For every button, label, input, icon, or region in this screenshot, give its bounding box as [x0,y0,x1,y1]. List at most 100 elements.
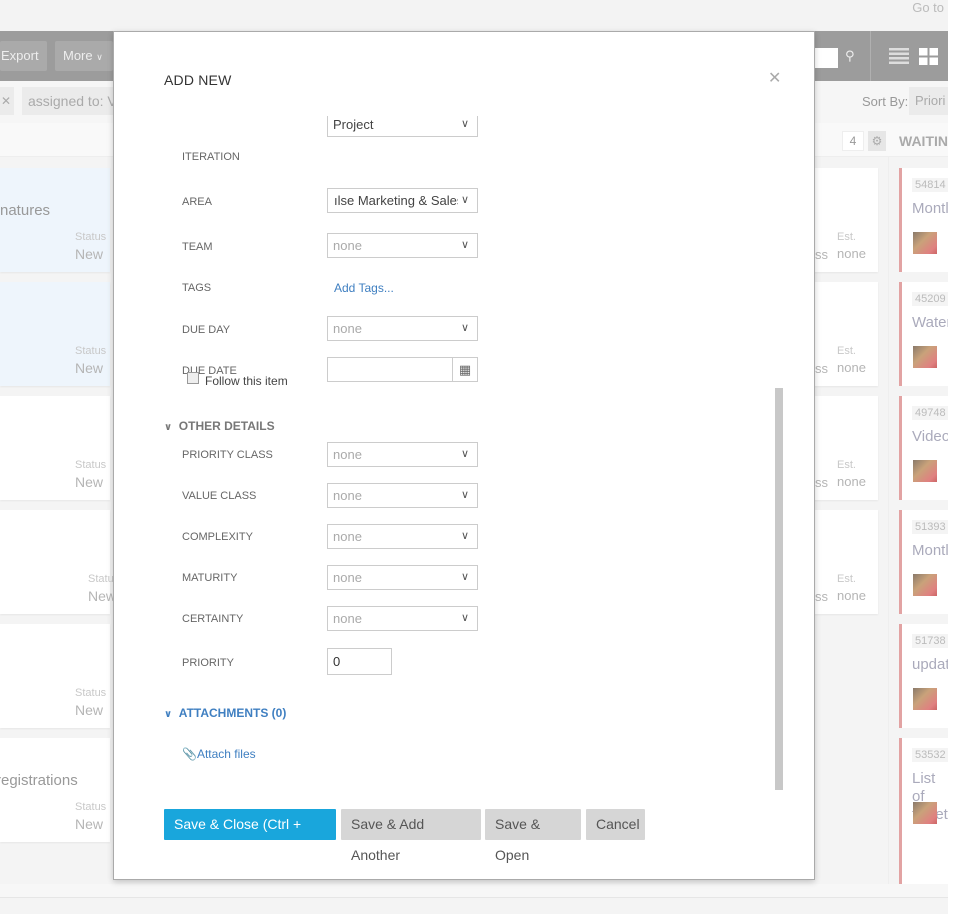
priority-label: PRIORITY [182,657,234,669]
close-icon[interactable]: ✕ [768,68,781,88]
status-value: New [75,474,104,490]
avatar [913,460,937,482]
sort-select[interactable]: Priori [909,87,948,115]
card[interactable]: 53532List of tweet [899,738,948,862]
attach-files-label: Attach files [196,747,256,761]
card[interactable]: 51393 Montl [899,510,948,614]
status-label: Status [75,801,107,813]
add-tags-link[interactable]: Add Tags... [334,281,394,295]
follow-label[interactable]: Follow this item [205,374,288,388]
est-value: none [837,588,866,603]
field-label: TEAM [182,241,213,253]
card[interactable]: 49748 Video [899,396,948,500]
select-value: ılse Marketing & Sales [334,193,458,208]
field-label: AREA [182,196,212,208]
priority-input[interactable] [327,648,392,675]
card[interactable]: 45209 Water [899,282,948,386]
card[interactable]: Statu New [0,510,116,614]
chevron-down-icon: ∨ [460,489,469,501]
field-label: PRIORITY CLASS [182,449,273,461]
other-details-toggle[interactable]: ∨ OTHER DETAILS [164,419,275,433]
card-title: Montl [912,200,948,217]
certainty-select[interactable]: none ∨ [327,606,478,631]
attachments-label: ATTACHMENTS (0) [178,706,287,720]
card-id: 53532 [912,748,948,762]
card-id: 51393 [912,520,948,534]
avatar [913,346,937,368]
list-view-icon[interactable] [889,48,909,64]
card[interactable]: registrations Status New [0,738,110,842]
chevron-down-icon: ∨ [96,52,103,62]
goto-link[interactable]: Go to [912,0,944,15]
paperclip-icon: 📎 [182,747,197,761]
card[interactable]: Status New [0,282,110,386]
column-title-waiting: WAITIN [899,133,948,149]
value-class-select[interactable]: none ∨ [327,483,478,508]
select-value: none [333,570,362,585]
dialog-body[interactable]: ITERATION Project ∨ AREA ılse Marketing & Sa… [114,116,814,791]
avatar [913,802,937,824]
select-value: none [333,238,362,253]
remove-filter-icon[interactable]: ✕ [0,87,14,115]
due-date-input[interactable]: ▦ [327,357,478,382]
field-label: COMPLEXITY [182,531,253,543]
chevron-down-icon: ∨ [460,118,469,130]
select-value: none [333,529,362,544]
card[interactable]: 51738 updat [899,624,948,728]
status-label: Statu [88,573,114,585]
est-value: none [837,474,866,489]
avatar [913,574,937,596]
chevron-down-icon: ∨ [460,448,469,460]
card[interactable]: natures Status New [0,168,110,272]
gear-icon[interactable]: ⚙ [868,131,886,151]
status-label: Status [75,459,107,471]
card[interactable]: 54814 Montl [899,168,948,272]
field-label: DUE DAY [182,324,231,336]
maturity-select[interactable]: none ∨ [327,565,478,590]
est-label: Est. [837,573,856,585]
export-button[interactable]: Export [0,41,47,71]
more-button[interactable]: More ∨ [55,41,113,71]
search-icon[interactable]: ⚲ [845,48,855,64]
field-label: CERTAINTY [182,613,244,625]
iteration-select[interactable]: Project ∨ [327,116,478,137]
card-title: Video [912,428,948,445]
est-label: Est. [837,345,856,357]
field-label: ITERATION [182,151,240,163]
area-select[interactable]: ılse Marketing & Sales ∨ [327,188,478,213]
calendar-icon[interactable]: ▦ [452,358,477,381]
save-open-button[interactable]: Save & Open [485,809,581,863]
chevron-down-icon: ∨ [164,709,173,720]
board-footer [0,884,948,898]
filter-chip-assigned[interactable]: assigned to: Ve [22,87,114,115]
sort-label: Sort By: [862,94,909,109]
attachments-toggle[interactable]: ∨ ATTACHMENTS (0) [164,706,286,720]
card[interactable]: Status New [0,624,110,728]
card-title: Montl [912,542,948,559]
card[interactable]: Status New [0,396,110,500]
select-value: Project [333,117,374,132]
board-view-icon[interactable] [919,48,938,65]
complexity-select[interactable]: none ∨ [327,524,478,549]
card-fragment: ss [815,361,828,376]
select-value: none [333,447,362,462]
chevron-down-icon: ∨ [460,612,469,624]
save-add-another-button[interactable]: Save & Add Another [341,809,481,863]
priority-class-select[interactable]: none ∨ [327,442,478,467]
team-select[interactable]: none ∨ [327,233,478,258]
chevron-down-icon: ∨ [460,194,469,206]
card-id: 54814 [912,178,948,192]
due-day-select[interactable]: none ∨ [327,316,478,341]
select-value: none [333,321,362,336]
status-label: Status [75,345,107,357]
scrollbar[interactable] [775,388,783,790]
avatar [913,688,937,710]
save-close-button[interactable]: Save & Close (Ctrl + Enter) [164,809,336,863]
avatar [913,232,937,254]
follow-checkbox[interactable] [187,372,199,384]
attach-files-link[interactable]: 📎Attach files [182,747,256,761]
cancel-button[interactable]: Cancel [586,809,645,840]
chevron-down-icon: ∨ [460,239,469,251]
field-label: MATURITY [182,572,238,584]
chevron-down-icon: ∨ [460,571,469,583]
